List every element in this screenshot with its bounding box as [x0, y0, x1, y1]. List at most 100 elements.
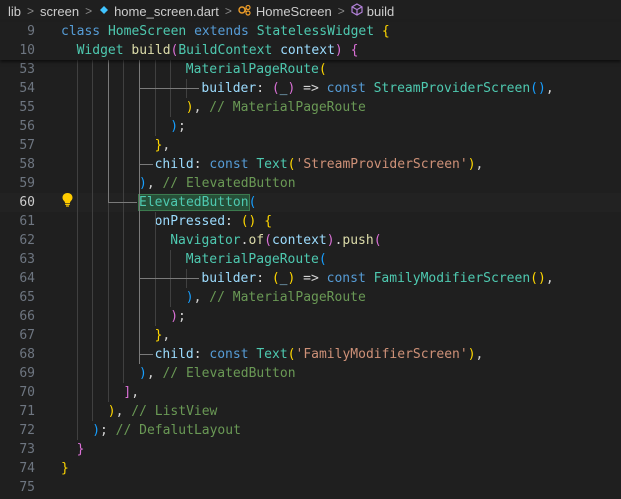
method-icon [351, 3, 363, 19]
line-number: 65 [19, 290, 35, 305]
line-number: 57 [19, 138, 35, 153]
breadcrumb-separator: > [224, 4, 232, 18]
code-token: HomeScreen [107, 24, 195, 39]
line-number: 70 [19, 385, 35, 400]
code-token: of [248, 233, 265, 248]
code-token: ( [271, 271, 280, 286]
code-token: 'StreamProviderScreen' [295, 157, 468, 172]
code-token: ) [334, 43, 343, 58]
code-token: , [146, 366, 163, 381]
code-token: Navigator [170, 233, 241, 248]
indent-guide [123, 60, 125, 383]
code-token: Widget [76, 43, 132, 58]
code-text: child: const Text('FamilyModifierScreen'… [155, 345, 484, 364]
code-token: _ [279, 271, 288, 286]
code-token: ) [170, 119, 179, 134]
breadcrumb-item-screen[interactable]: screen [40, 4, 79, 19]
code-token: ) [185, 100, 194, 115]
line-number: 69 [19, 366, 35, 381]
code-token: , [146, 176, 163, 191]
code-token: , [162, 328, 171, 343]
code-token: const [326, 271, 374, 286]
code-editor[interactable]: 53 MaterialPageRoute(54 builder: (_) => co… [0, 60, 621, 499]
breadcrumb-item-class[interactable]: HomeScreen [256, 4, 332, 19]
code-text: ); [170, 307, 186, 326]
code-token: } [76, 442, 85, 457]
code-token: ) [170, 309, 179, 324]
code-token: , [545, 81, 554, 96]
code-token: => [295, 271, 327, 286]
code-line[interactable]: 9 class HomeScreen extends StatelessWidge… [0, 22, 621, 41]
code-token: builder [201, 271, 257, 286]
code-text: Navigator.of(context).push( [170, 231, 381, 250]
code-token: child [154, 157, 194, 172]
code-token: ( [287, 157, 296, 172]
code-text: ), // ListView [108, 402, 218, 421]
line-number: 58 [19, 157, 35, 172]
code-token: const [209, 347, 257, 362]
code-line[interactable]: 75 [0, 478, 621, 497]
breadcrumb-separator: > [337, 4, 345, 18]
code-token: onPressed [154, 214, 226, 229]
code-token: , [131, 385, 140, 400]
bracket-pair-guide [107, 202, 137, 203]
line-number: 9 [27, 24, 35, 39]
code-token: : [256, 81, 272, 96]
code-token: builder [201, 81, 257, 96]
code-token: StreamProviderScreen [373, 81, 531, 96]
code-token: const [209, 157, 257, 172]
code-text: ), // MaterialPageRoute [186, 288, 366, 307]
code-token: ElevatedButton [138, 194, 250, 211]
code-text: onPressed: () { [155, 212, 272, 231]
code-text: class HomeScreen extends StatelessWidget… [61, 22, 390, 41]
code-token: , [475, 157, 484, 172]
code-token: ( [264, 233, 272, 248]
code-token: MaterialPageRoute [185, 252, 319, 267]
code-text: builder: (_) => const FamilyModifierScre… [201, 269, 553, 288]
code-line[interactable]: 72 ); // DefalutLayout [0, 421, 621, 440]
code-line[interactable]: 10 Widget build(BuildContext context) { [0, 41, 621, 60]
code-token: } [61, 461, 69, 476]
line-number: 72 [19, 423, 35, 438]
code-token: { [264, 214, 273, 229]
code-token: ( [271, 81, 280, 96]
code-token: ) [92, 423, 101, 438]
code-token: () [530, 271, 546, 286]
code-token: // MaterialPageRoute [209, 290, 366, 305]
code-token: () [240, 214, 257, 229]
code-text: MaterialPageRoute( [186, 250, 327, 269]
code-token: ( [318, 62, 327, 77]
lightbulb-icon[interactable] [61, 192, 74, 211]
breadcrumb-item-lib[interactable]: lib [8, 4, 21, 19]
code-token: // DefalutLayout [115, 423, 241, 438]
code-text: ); // DefalutLayout [92, 421, 241, 440]
code-token: ( [248, 195, 257, 210]
bracket-pair-guide [139, 60, 140, 364]
line-number: 60 [19, 195, 35, 210]
code-token: StatelessWidget [256, 24, 382, 39]
code-text: } [61, 459, 69, 478]
breadcrumb-separator: > [27, 4, 35, 18]
line-number: 61 [19, 214, 35, 229]
breadcrumb-item-method[interactable]: build [367, 4, 394, 19]
code-token: ) [107, 404, 116, 419]
code-text: MaterialPageRoute( [186, 60, 327, 79]
code-line[interactable]: 73} [0, 440, 621, 459]
code-token: ( [373, 233, 382, 248]
dart-file-icon [98, 4, 110, 19]
breadcrumb-item-file[interactable]: home_screen.dart [114, 4, 219, 19]
code-text: child: const Text('StreamProviderScreen'… [155, 155, 484, 174]
code-token: extends [194, 24, 257, 39]
code-token: build [131, 43, 171, 58]
sticky-scroll-header[interactable]: 9 class HomeScreen extends StatelessWidge… [0, 22, 621, 60]
code-line[interactable]: 74} [0, 459, 621, 478]
line-number: 66 [19, 309, 35, 324]
code-token: // ElevatedButton [162, 176, 296, 191]
code-token: ; [178, 309, 186, 324]
code-text: } [77, 440, 85, 459]
line-number: 73 [19, 442, 35, 457]
code-token: ; [178, 119, 186, 134]
code-token: : [193, 347, 210, 362]
indent-guide [154, 60, 156, 136]
